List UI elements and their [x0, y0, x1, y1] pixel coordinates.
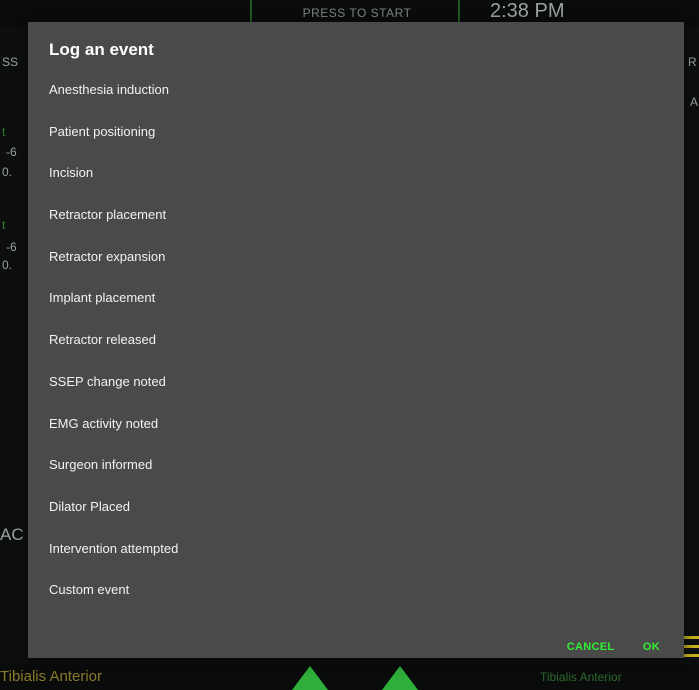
bottom-channel-label: Tibialis Anterior	[0, 668, 102, 685]
bg-panel-label: AC	[0, 525, 24, 544]
bg-indicator-line	[682, 645, 699, 648]
event-option-custom-event[interactable]: Custom event	[28, 569, 684, 611]
triangle-marker-icon[interactable]	[292, 666, 328, 690]
bg-panel-label: R	[688, 55, 697, 69]
bg-indicator-line	[682, 654, 699, 657]
event-list: Anesthesia induction Patient positioning…	[28, 69, 684, 611]
event-option-intervention-attempted[interactable]: Intervention attempted	[28, 528, 684, 570]
bg-panel-label: SS	[2, 55, 19, 69]
bg-channel-value: 0.	[2, 165, 13, 179]
bg-channel-value: -6	[6, 240, 17, 254]
event-option-emg-activity-noted[interactable]: EMG activity noted	[28, 403, 684, 445]
event-option-surgeon-informed[interactable]: Surgeon informed	[28, 444, 684, 486]
clock-time: 2:38 PM	[490, 0, 565, 22]
bg-panel-label: A	[690, 95, 699, 109]
event-option-ssep-change-noted[interactable]: SSEP change noted	[28, 361, 684, 403]
bg-channel-value: -6	[6, 145, 17, 159]
cancel-button[interactable]: CANCEL	[567, 641, 615, 653]
bg-channel-label: t	[2, 125, 6, 139]
event-option-patient-positioning[interactable]: Patient positioning	[28, 111, 684, 153]
bottom-channel-label-right: Tibialis Anterior	[540, 670, 622, 684]
ok-button[interactable]: OK	[643, 641, 660, 653]
triangle-marker-icon[interactable]	[382, 666, 418, 690]
bg-channel-label: t	[2, 218, 6, 232]
dialog-actions: CANCEL OK	[543, 637, 660, 655]
press-to-start-button[interactable]: PRESS TO START	[262, 6, 452, 20]
event-option-retractor-placement[interactable]: Retractor placement	[28, 194, 684, 236]
event-option-retractor-released[interactable]: Retractor released	[28, 319, 684, 361]
dialog-title: Log an event	[49, 40, 154, 59]
event-option-dilator-placed[interactable]: Dilator Placed	[28, 486, 684, 528]
event-option-implant-placement[interactable]: Implant placement	[28, 277, 684, 319]
bg-channel-value: 0.	[2, 258, 13, 272]
event-option-anesthesia-induction[interactable]: Anesthesia induction	[28, 69, 684, 111]
event-option-retractor-expansion[interactable]: Retractor expansion	[28, 236, 684, 278]
bg-indicator-line	[682, 636, 699, 639]
log-event-dialog: Log an event Anesthesia induction Patien…	[28, 22, 684, 658]
event-option-incision[interactable]: Incision	[28, 152, 684, 194]
